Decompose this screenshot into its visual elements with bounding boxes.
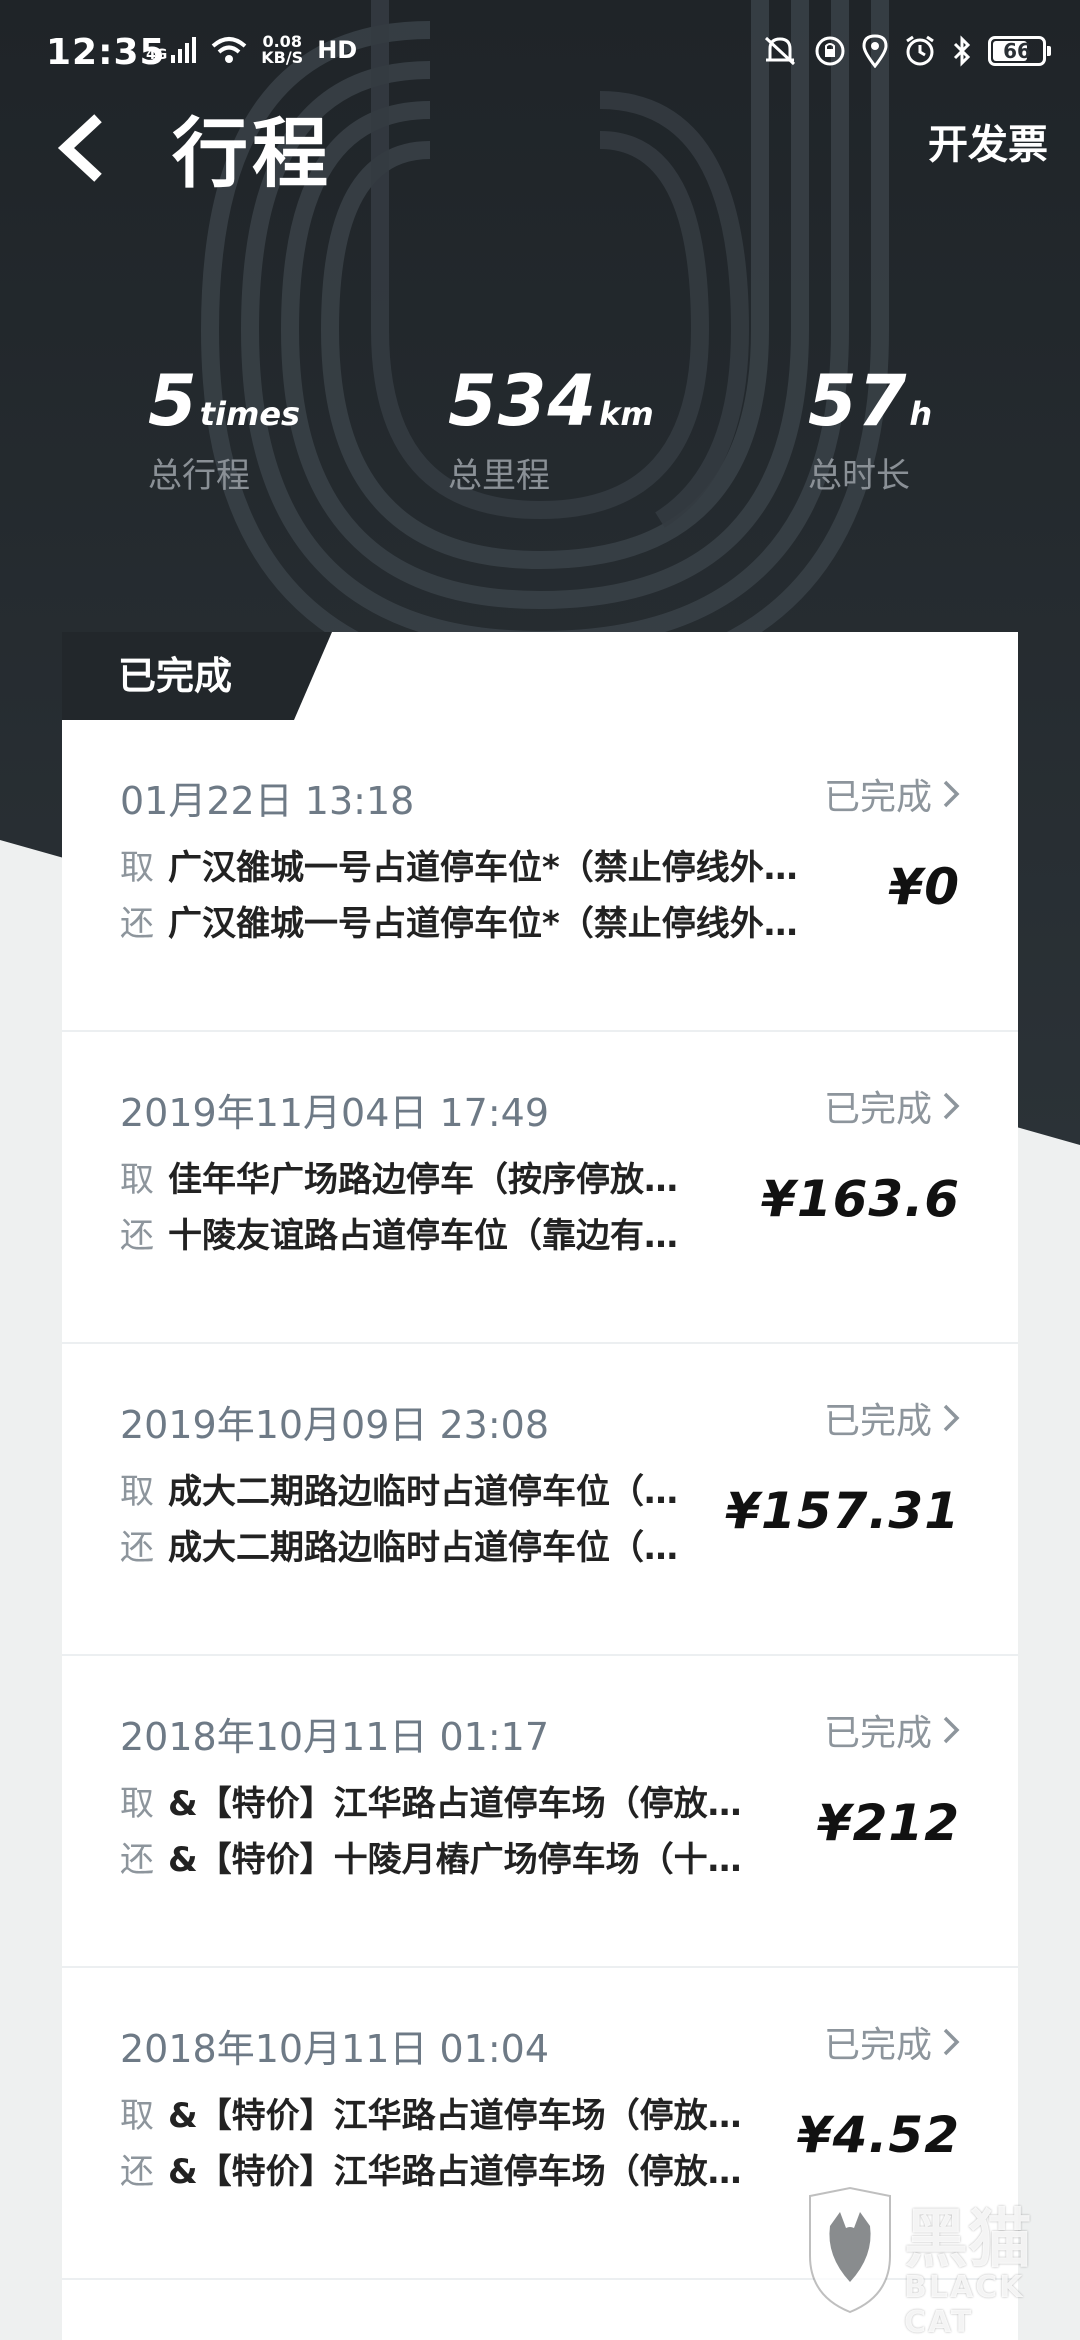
watermark-text: 黑猫 (904, 2203, 1032, 2277)
trip-item[interactable]: 2019年10月09日 23:08 已完成 取 成大二期路边临时占道停车位（… … (62, 1344, 1018, 1656)
trip-item[interactable]: 2019年11月04日 17:49 已完成 取 佳年华广场路边停车（按序停放… … (62, 1032, 1018, 1344)
stat-total-distance: 534 km 总里程 (448, 360, 654, 496)
signal-icon: 4G (146, 37, 197, 63)
nav-bar: 行程 开发票 (0, 90, 1080, 200)
trip-pickup: 取 &【特价】江华路占道停车场（停放… (120, 2096, 742, 2136)
trip-stats: 5 times 总行程 534 km 总里程 57 h 总时长 (0, 360, 1080, 520)
bluetooth-icon (953, 35, 971, 67)
invoice-button[interactable]: 开发票 (928, 112, 1048, 170)
chevron-right-icon (943, 780, 960, 808)
stat-total-duration: 57 h 总时长 (808, 360, 933, 496)
chevron-right-icon (943, 1404, 960, 1432)
trip-datetime: 2019年11月04日 17:49 (120, 1091, 550, 1135)
back-button[interactable] (50, 108, 120, 188)
trip-item[interactable]: 01月22日 13:18 已完成 取 广汉雒城一号占道停车位*（禁止停线外… 还… (62, 720, 1018, 1032)
lock-rotation-icon (815, 36, 845, 66)
cat-shield-icon (809, 2186, 891, 2314)
trip-pickup: 取 &【特价】江华路占道停车场（停放… (120, 1784, 742, 1824)
trip-status[interactable]: 已完成 (824, 1392, 960, 1444)
chevron-right-icon (943, 1092, 960, 1120)
trip-item[interactable]: 2018年10月11日 01:17 已完成 取 &【特价】江华路占道停车场（停放… (62, 1656, 1018, 1968)
trip-return: 还 广汉雒城一号占道停车位*（禁止停线外… (120, 904, 798, 944)
trip-pickup: 取 佳年华广场路边停车（按序停放… (120, 1160, 678, 1200)
network-type: 4G (146, 47, 168, 63)
trip-price: ¥157.31 (725, 1482, 960, 1540)
trip-datetime: 2018年10月11日 01:17 (120, 1715, 550, 1759)
trip-status[interactable]: 已完成 (824, 768, 960, 820)
trip-datetime: 2019年10月09日 23:08 (120, 1403, 550, 1447)
tab-completed[interactable]: 已完成 (62, 632, 332, 720)
trip-price: ¥163.6 (761, 1170, 960, 1228)
alarm-icon (906, 35, 934, 66)
status-right-icons: 66 (762, 34, 1051, 68)
trip-price: ¥212 (816, 1794, 960, 1852)
trip-status[interactable]: 已完成 (824, 1080, 960, 1132)
trip-return: 还 &【特价】江华路占道停车场（停放… (120, 2152, 742, 2192)
trip-list-card: 已完成 01月22日 13:18 已完成 取 广汉雒城一号占道停车位*（禁止停线… (62, 632, 1018, 2340)
mute-bell-icon (764, 36, 796, 66)
wifi-icon (211, 37, 247, 63)
trip-return: 还 成大二期路边临时占道停车位（… (120, 1528, 678, 1568)
watermark-subtext: BLACK CAT (904, 2270, 1025, 2340)
status-left-icons: 4G 0.08 KB/S HD (146, 34, 357, 66)
net-speed: 0.08 KB/S (261, 32, 304, 67)
trip-status[interactable]: 已完成 (824, 1704, 960, 1756)
stat-total-trips: 5 times 总行程 (148, 360, 301, 496)
location-icon (862, 34, 888, 68)
chevron-right-icon (943, 1716, 960, 1744)
trip-price: ¥0 (888, 858, 960, 916)
chevron-right-icon (943, 2028, 960, 2056)
trip-return: 还 十陵友谊路占道停车位（靠边有… (120, 1216, 678, 1256)
trip-status[interactable]: 已完成 (824, 2016, 960, 2068)
battery-level: 66 (1003, 39, 1031, 63)
trip-datetime: 01月22日 13:18 (120, 779, 415, 823)
watermark: 黑猫 BLACK CAT (796, 2180, 1076, 2340)
trip-price: ¥4.52 (796, 2106, 960, 2164)
chevron-left-icon (57, 114, 102, 182)
page-title: 行程 (172, 109, 332, 198)
trip-pickup: 取 成大二期路边临时占道停车位（… (120, 1472, 678, 1512)
battery-icon: 66 (988, 36, 1051, 66)
trip-pickup: 取 广汉雒城一号占道停车位*（禁止停线外… (120, 848, 798, 888)
trip-datetime: 2018年10月11日 01:04 (120, 2027, 550, 2071)
status-bar: 12:35 4G 0.08 KB/S HD 66 (0, 0, 1080, 100)
hd-badge: HD (317, 36, 358, 64)
trip-return: 还 &【特价】十陵月樁广场停车场（十… (120, 1840, 742, 1880)
